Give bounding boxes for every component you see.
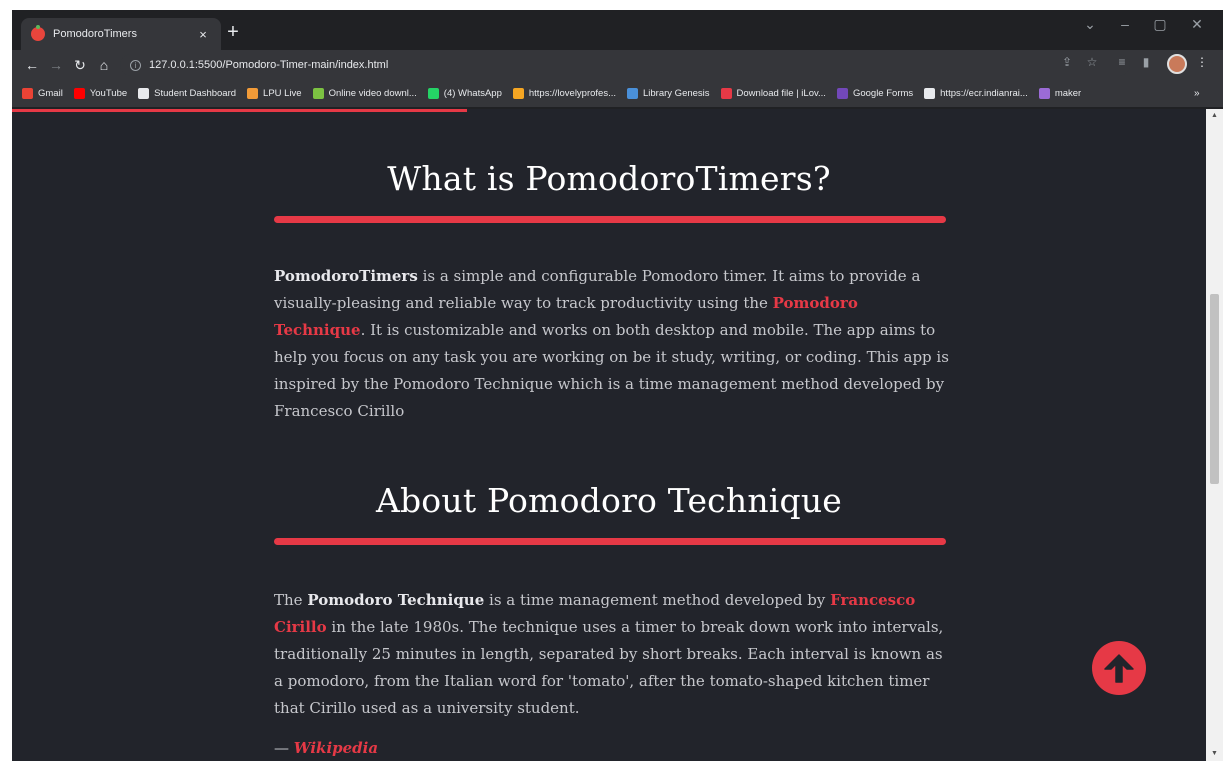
arrow-up-icon bbox=[1104, 654, 1134, 683]
bookmark-favicon-icon bbox=[627, 88, 638, 99]
about-text-1: is a time management method developed by bbox=[484, 591, 831, 609]
section-title-what-is: What is PomodoroTimers? bbox=[387, 159, 831, 198]
bookmark-item[interactable]: Download file | iLov... bbox=[720, 88, 826, 99]
bookmark-favicon-icon bbox=[247, 88, 259, 99]
scroll-progress-bar bbox=[12, 109, 467, 112]
tomato-favicon-icon bbox=[31, 25, 45, 41]
bookmark-label: Download file | iLov... bbox=[736, 88, 826, 99]
side-panel-icon[interactable]: ▮ bbox=[1136, 55, 1156, 69]
url-text: 127.0.0.1:5500/Pomodoro-Timer-main/index… bbox=[149, 59, 389, 71]
bookmark-label: Online video downl... bbox=[328, 88, 417, 99]
address-bar[interactable]: i 127.0.0.1:5500/Pomodoro-Timer-main/ind… bbox=[120, 54, 1130, 76]
bookmark-label: Google Forms bbox=[852, 88, 914, 99]
tab-search-chevron-icon[interactable]: ⌄ bbox=[1075, 16, 1105, 33]
about-paragraph: The Pomodoro Technique is a time managem… bbox=[274, 587, 954, 722]
tab-strip: PomodoroTimers × + ⌄ – ▢ ✕ bbox=[12, 10, 1223, 50]
title-underline bbox=[274, 538, 946, 545]
bookmark-item[interactable]: Online video downl... bbox=[312, 88, 417, 99]
about-text-2: in the late 1980s. The technique uses a … bbox=[274, 618, 944, 717]
attribution-dash: — bbox=[274, 739, 294, 757]
browser-toolbar: ← → ↻ ⌂ i 127.0.0.1:5500/Pomodoro-Timer-… bbox=[12, 50, 1223, 80]
bookmark-favicon-icon bbox=[720, 88, 732, 99]
bookmark-item[interactable]: maker bbox=[1038, 88, 1082, 99]
bookmark-item[interactable]: https://lovelyprofes... bbox=[512, 88, 616, 99]
bookmark-item[interactable]: YouTube bbox=[73, 88, 128, 99]
bookmark-item[interactable]: LPU Live bbox=[247, 88, 302, 99]
scroll-to-top-button[interactable] bbox=[1092, 641, 1146, 695]
close-window-button[interactable]: ✕ bbox=[1182, 16, 1212, 33]
bookmark-item[interactable]: (4) WhatsApp bbox=[427, 88, 502, 99]
bookmarks-bar: Gmail YouTube Student Dashboard LPU Live Onl… bbox=[12, 80, 1223, 108]
pomodoro-technique-bold: Pomodoro Technique bbox=[307, 591, 485, 609]
bookmark-item[interactable]: Gmail bbox=[22, 88, 63, 99]
bookmark-favicon-icon bbox=[1038, 88, 1050, 99]
bookmark-item[interactable]: Student Dashboard bbox=[138, 88, 236, 99]
page-scrollbar[interactable]: ▲ ▼ bbox=[1206, 109, 1223, 761]
tab-title: PomodoroTimers bbox=[53, 28, 137, 40]
what-is-paragraph: PomodoroTimers is a simple and configura… bbox=[274, 263, 954, 425]
profile-avatar[interactable] bbox=[1167, 54, 1187, 74]
bookmark-favicon-icon bbox=[312, 88, 324, 99]
back-button[interactable]: ← bbox=[22, 55, 42, 75]
bookmark-favicon-icon bbox=[22, 88, 33, 99]
bookmark-favicon-icon bbox=[138, 88, 150, 99]
bookmark-label: Gmail bbox=[38, 88, 63, 99]
reload-button[interactable]: ↻ bbox=[70, 55, 90, 75]
bookmark-favicon-icon bbox=[73, 88, 85, 99]
what-is-text-2: . It is customizable and works on both d… bbox=[274, 321, 949, 420]
bookmark-item[interactable]: https://ecr.indianrai... bbox=[924, 88, 1028, 99]
scroll-down-arrow-icon[interactable]: ▼ bbox=[1206, 747, 1223, 761]
bookmark-label: Student Dashboard bbox=[154, 88, 237, 99]
minimize-button[interactable]: – bbox=[1110, 16, 1140, 32]
share-icon[interactable]: ⇪ bbox=[1057, 55, 1077, 69]
maximize-button[interactable]: ▢ bbox=[1145, 16, 1175, 33]
menu-kebab-icon[interactable]: ⋮ bbox=[1192, 55, 1212, 69]
scroll-up-arrow-icon[interactable]: ▲ bbox=[1206, 109, 1223, 123]
bookmark-favicon-icon bbox=[512, 88, 524, 99]
bookmark-label: LPU Live bbox=[263, 88, 302, 99]
bookmark-label: https://ecr.indianrai... bbox=[940, 88, 1028, 99]
bookmark-label: YouTube bbox=[89, 88, 128, 99]
about-text-0: The bbox=[274, 591, 308, 609]
close-tab-icon[interactable]: × bbox=[195, 27, 211, 42]
bookmark-star-icon[interactable]: ☆ bbox=[1082, 55, 1102, 69]
new-tab-button[interactable]: + bbox=[222, 22, 244, 42]
bookmarks-overflow-icon[interactable]: » bbox=[1194, 88, 1209, 99]
bookmark-item[interactable]: Google Forms bbox=[836, 88, 914, 99]
scrollbar-thumb[interactable] bbox=[1210, 294, 1219, 484]
wikipedia-link[interactable]: Wikipedia bbox=[294, 739, 378, 757]
bookmark-label: Library Genesis bbox=[643, 88, 710, 99]
browser-window: PomodoroTimers × + ⌄ – ▢ ✕ ← → ↻ ⌂ i 127… bbox=[12, 10, 1223, 761]
bookmark-label: https://lovelyprofes... bbox=[528, 88, 616, 99]
forward-button[interactable]: → bbox=[46, 55, 66, 75]
title-underline bbox=[274, 216, 946, 223]
bookmark-item[interactable]: Library Genesis bbox=[627, 88, 710, 99]
info-icon[interactable]: i bbox=[130, 59, 141, 71]
bookmark-favicon-icon bbox=[836, 88, 848, 99]
section-title-about: About Pomodoro Technique bbox=[375, 481, 843, 520]
page-viewport: What is PomodoroTimers? PomodoroTimers i… bbox=[12, 109, 1206, 761]
quote-attribution: — Wikipedia bbox=[274, 739, 378, 757]
bookmark-label: (4) WhatsApp bbox=[443, 88, 502, 99]
bookmark-favicon-icon bbox=[427, 88, 439, 99]
brand-name: PomodoroTimers bbox=[274, 267, 418, 285]
home-button[interactable]: ⌂ bbox=[94, 55, 114, 75]
bookmark-favicon-icon bbox=[924, 88, 936, 99]
tab-pomodoro[interactable]: PomodoroTimers × bbox=[21, 18, 221, 50]
bookmark-label: maker bbox=[1054, 88, 1082, 99]
reading-list-icon[interactable]: ≡ bbox=[1112, 55, 1132, 69]
